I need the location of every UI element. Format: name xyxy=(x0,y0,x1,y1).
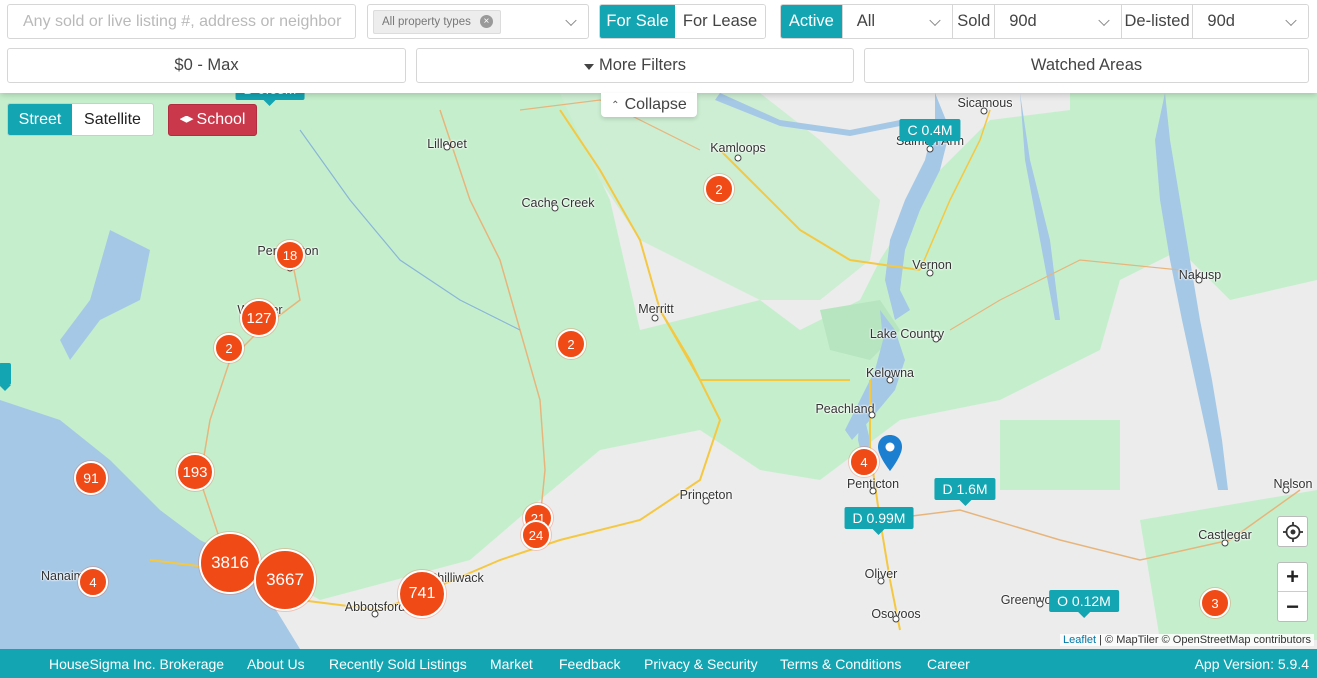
price-tag-partial[interactable] xyxy=(0,363,11,391)
listing-cluster[interactable]: 193 xyxy=(176,453,214,491)
delisted-period-select[interactable]: 90d xyxy=(1192,5,1308,38)
listing-cluster[interactable]: 4 xyxy=(78,567,108,597)
place-label: Peachland xyxy=(815,402,875,416)
footer: HouseSigma Inc. Brokerage About Us Recen… xyxy=(0,649,1317,678)
zoom-control: + − xyxy=(1277,562,1308,622)
school-label: School xyxy=(196,111,246,128)
footer-link-recently-sold[interactable]: Recently Sold Listings xyxy=(329,656,467,672)
property-type-chip[interactable]: All property types × xyxy=(373,9,501,34)
listing-cluster[interactable]: 3816 xyxy=(199,532,261,594)
map-canvas[interactable]: Cache Creek Lillooet Kamloops Sicamous S… xyxy=(0,93,1317,649)
attribution-text: | © MapTiler © OpenStreetMap contributor… xyxy=(1096,634,1311,646)
place-label: Kamloops xyxy=(710,141,766,155)
listing-cluster[interactable]: 127 xyxy=(240,299,278,337)
sold-period-value: 90d xyxy=(1009,12,1037,30)
graduation-cap-icon xyxy=(179,115,194,123)
collapse-button[interactable]: ⌃ Collapse xyxy=(601,93,697,117)
place-dot xyxy=(1221,539,1229,547)
footer-link-about[interactable]: About Us xyxy=(247,656,305,672)
search-input[interactable]: Any sold or live listing #, address or n… xyxy=(7,4,356,39)
filter-bar: Any sold or live listing #, address or n… xyxy=(0,0,1317,93)
place-dot xyxy=(892,615,900,623)
place-dot xyxy=(1036,600,1044,608)
school-button[interactable]: School xyxy=(168,104,257,136)
property-type-chip-label: All property types xyxy=(382,15,471,28)
app-version: App Version: 5.9.4 xyxy=(1194,656,1309,672)
price-tag[interactable]: C 0.4M xyxy=(899,119,961,147)
map-type-toggle: Street Satellite xyxy=(7,103,154,136)
listing-cluster[interactable]: 2 xyxy=(704,174,734,204)
more-filters-button[interactable]: More Filters xyxy=(416,48,854,83)
place-dot xyxy=(868,411,876,419)
map-attribution: Leaflet | © MapTiler © OpenStreetMap con… xyxy=(1060,634,1314,646)
zoom-out-button[interactable]: − xyxy=(1278,592,1307,621)
delisted-period-value: 90d xyxy=(1207,12,1235,30)
active-button[interactable]: Active xyxy=(781,5,842,38)
active-period-select[interactable]: All xyxy=(841,5,953,38)
sold-button[interactable]: Sold xyxy=(952,5,995,38)
footer-link-career[interactable]: Career xyxy=(927,656,970,672)
footer-link-terms[interactable]: Terms & Conditions xyxy=(780,656,901,672)
place-dot xyxy=(371,610,379,618)
listing-cluster[interactable]: 2 xyxy=(556,329,586,359)
filter-icon xyxy=(583,63,594,70)
chevron-down-icon xyxy=(1098,14,1110,26)
collapse-label: Collapse xyxy=(624,96,687,113)
satellite-button[interactable]: Satellite xyxy=(72,104,153,135)
place-dot xyxy=(443,143,451,151)
place-dot xyxy=(869,487,877,495)
listing-cluster[interactable]: 741 xyxy=(398,570,446,618)
map-base-layer xyxy=(0,93,1317,649)
listing-cluster[interactable]: 2 xyxy=(214,333,244,363)
footer-link-feedback[interactable]: Feedback xyxy=(559,656,620,672)
listing-cluster[interactable]: 24 xyxy=(521,520,551,550)
place-dot xyxy=(886,376,894,384)
listing-cluster[interactable]: 3667 xyxy=(254,549,316,611)
price-tag[interactable]: O 0.12M xyxy=(1049,590,1119,618)
place-dot xyxy=(551,204,559,212)
chevron-down-icon xyxy=(565,14,577,26)
listing-cluster[interactable]: 3 xyxy=(1200,588,1230,618)
map-pin-icon[interactable] xyxy=(877,434,903,472)
leaflet-link[interactable]: Leaflet xyxy=(1063,634,1096,646)
street-button[interactable]: Street xyxy=(8,104,72,135)
place-dot xyxy=(926,269,934,277)
price-tag[interactable]: D 1.6M xyxy=(934,478,996,506)
place-dot xyxy=(734,154,742,162)
property-type-select[interactable]: All property types × xyxy=(367,4,589,39)
crosshair-icon xyxy=(1282,521,1303,542)
place-label: Nelson xyxy=(1273,477,1313,491)
locate-me-button[interactable] xyxy=(1277,516,1308,547)
place-dot xyxy=(1195,276,1203,284)
listing-cluster[interactable]: 4 xyxy=(849,447,879,477)
place-dot xyxy=(877,577,885,585)
sale-lease-toggle: For Sale For Lease xyxy=(599,4,766,39)
listing-cluster[interactable]: 91 xyxy=(74,461,108,495)
active-period-value: All xyxy=(856,12,876,30)
place-dot xyxy=(1282,486,1290,494)
chevron-down-icon xyxy=(929,14,942,26)
place-dot xyxy=(702,497,710,505)
zoom-in-button[interactable]: + xyxy=(1278,563,1307,592)
chevron-down-icon xyxy=(1285,14,1297,26)
listing-cluster[interactable]: 18 xyxy=(275,240,305,270)
footer-link-privacy[interactable]: Privacy & Security xyxy=(644,656,758,672)
price-range-button[interactable]: $0 - Max xyxy=(7,48,406,83)
footer-link-brokerage[interactable]: HouseSigma Inc. Brokerage xyxy=(49,656,224,672)
for-lease-button[interactable]: For Lease xyxy=(675,5,765,38)
chevron-up-icon: ⌃ xyxy=(611,99,620,111)
price-tag[interactable]: D 0.99M xyxy=(844,507,914,535)
place-dot xyxy=(932,335,940,343)
watched-areas-button[interactable]: Watched Areas xyxy=(864,48,1309,83)
delisted-button[interactable]: De-listed xyxy=(1120,5,1193,38)
place-dot xyxy=(651,314,659,322)
listing-status-group: Active All Sold 90d De-listed 90d xyxy=(780,4,1309,39)
sold-period-select[interactable]: 90d xyxy=(994,5,1121,38)
place-dot xyxy=(980,107,988,115)
footer-link-market[interactable]: Market xyxy=(490,656,533,672)
chip-remove-icon[interactable]: × xyxy=(479,15,493,28)
more-filters-label: More Filters xyxy=(598,56,687,74)
for-sale-button[interactable]: For Sale xyxy=(600,5,676,38)
